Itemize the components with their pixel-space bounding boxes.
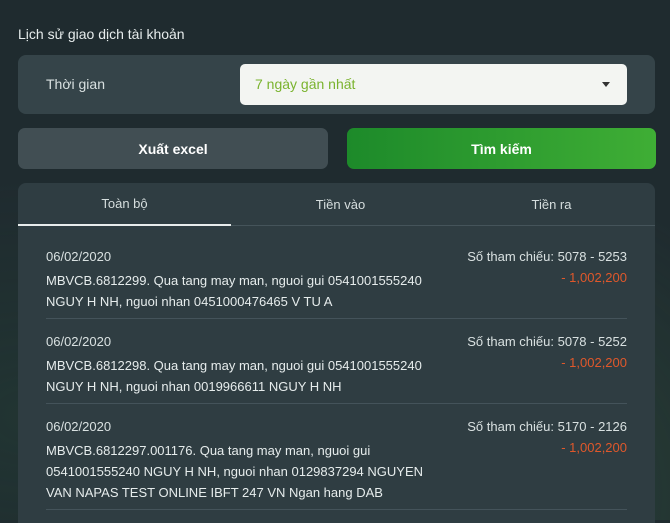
page-title: Lịch sử giao dịch tài khoản: [18, 26, 185, 42]
transaction-reference: Số tham chiếu: 5078 - 5252: [467, 334, 627, 349]
transaction-row[interactable]: 06/02/2020 Số tham chiếu: 5078 - 5252 - …: [46, 334, 627, 404]
tab-bar: Toàn bộ Tiền vào Tiền ra: [18, 183, 655, 226]
description-line: VAN NAPAS TEST ONLINE IBFT 247 VN Ngan h…: [46, 485, 383, 500]
transaction-amount: - 1,002,200: [561, 440, 627, 455]
transaction-date: 06/02/2020: [46, 334, 112, 349]
description-line: MBVCB.6812298. Qua tang may man, nguoi g…: [46, 358, 422, 373]
transaction-reference: Số tham chiếu: 5170 - 2126: [467, 419, 627, 434]
time-filter: Thời gian 7 ngày gần nhất: [18, 55, 655, 114]
tab-incoming[interactable]: Tiền vào: [234, 183, 447, 225]
description-line: NGUY H NH, nguoi nhan 0019966611 NGUY H …: [46, 379, 342, 394]
transaction-date: 06/02/2020: [46, 419, 112, 434]
export-excel-button[interactable]: Xuất excel: [18, 128, 328, 169]
transaction-row[interactable]: 06/02/2020 Số tham chiếu: 5170 - 2126 - …: [46, 419, 627, 510]
transaction-description: MBVCB.6812299. Qua tang may man, nguoi g…: [46, 270, 456, 312]
transaction-amount: - 1,002,200: [561, 355, 627, 370]
caret-down-icon: [602, 82, 610, 87]
description-line: 0541001555240 NGUY H NH, nguoi nhan 0129…: [46, 464, 424, 479]
transaction-description: MBVCB.6812298. Qua tang may man, nguoi g…: [46, 355, 456, 397]
description-line: NGUY H NH, nguoi nhan 0451000476465 V TU…: [46, 294, 333, 309]
description-line: MBVCB.6812299. Qua tang may man, nguoi g…: [46, 273, 422, 288]
transaction-row[interactable]: 06/02/2020 Số tham chiếu: 5078 - 5253 - …: [46, 249, 627, 319]
transaction-panel: Toàn bộ Tiền vào Tiền ra 06/02/2020 Số t…: [18, 183, 655, 523]
tab-outgoing[interactable]: Tiền ra: [445, 183, 655, 225]
transaction-reference: Số tham chiếu: 5078 - 5253: [467, 249, 627, 264]
search-button[interactable]: Tìm kiếm: [347, 128, 656, 169]
transaction-amount: - 1,002,200: [561, 270, 627, 285]
description-line: MBVCB.6812297.001176. Qua tang may man, …: [46, 443, 371, 458]
time-filter-label: Thời gian: [46, 76, 105, 92]
time-range-select[interactable]: 7 ngày gần nhất: [240, 64, 627, 105]
time-range-value: 7 ngày gần nhất: [255, 76, 356, 92]
tab-all[interactable]: Toàn bộ: [18, 183, 231, 226]
transaction-date: 06/02/2020: [46, 249, 112, 264]
transaction-description: MBVCB.6812297.001176. Qua tang may man, …: [46, 440, 456, 503]
